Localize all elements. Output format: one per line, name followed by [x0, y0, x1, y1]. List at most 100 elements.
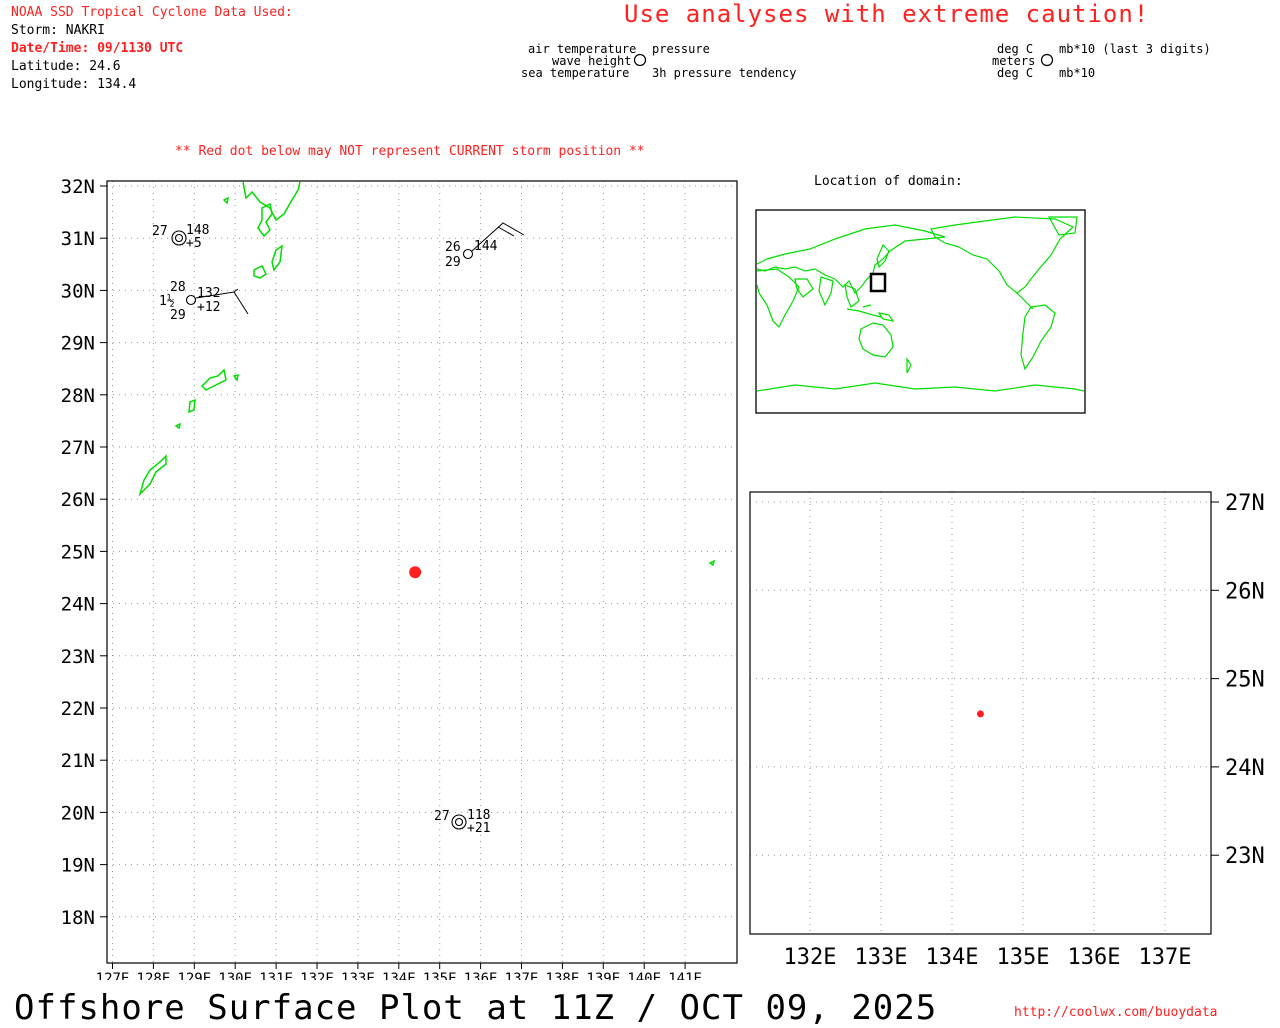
- amami-small-island: [253, 264, 267, 279]
- station-31n-east: 26 29 144: [445, 222, 525, 270]
- zoom-lon-label: 132E: [784, 945, 837, 970]
- main-lat-label: 25N: [61, 541, 95, 563]
- main-lat-label: 19N: [61, 855, 95, 877]
- zoom-lat-label: 25N: [1225, 668, 1265, 693]
- main-lon-label: 135E: [423, 971, 457, 980]
- tokunoshima-island: [188, 398, 196, 414]
- main-lon-label: 138E: [546, 971, 580, 980]
- zoom-lon-label: 133E: [855, 945, 908, 970]
- main-lon-label: 136E: [464, 971, 498, 980]
- zoom-map: 27N 26N 25N 24N 23N 132E 133E 134E 135E 136E 137E: [749, 491, 1265, 970]
- main-lon-label: 137E: [505, 971, 539, 980]
- main-lat-label: 31N: [61, 228, 95, 250]
- main-map-coastline: [138, 181, 716, 567]
- legend-station-circle-right: [1040, 53, 1054, 67]
- station-31n-west-air: 27: [152, 224, 168, 239]
- station-30n-sea: 29: [170, 308, 186, 323]
- station-20n-tendency: +21: [467, 821, 490, 836]
- zoom-map-grid: [750, 492, 1219, 934]
- main-lon-label: 139E: [586, 971, 620, 980]
- main-lon-label: 141E: [668, 971, 702, 980]
- station-31n-east-pressure: 144: [474, 239, 498, 254]
- main-lon-label: 140E: [627, 971, 661, 980]
- small-islet-3: [174, 422, 182, 430]
- small-islet-2: [232, 373, 239, 382]
- station-30n-wave: 1½: [159, 294, 175, 309]
- plot-title: Offshore Surface Plot at 11Z / OCT 09, 2…: [14, 988, 938, 1028]
- main-lon-label: 131E: [259, 971, 293, 980]
- storm-name: Storm: NAKRI: [11, 23, 105, 38]
- storm-position-marker: [409, 566, 422, 579]
- zoom-lat-label: 24N: [1225, 756, 1265, 781]
- amami-oshima-island: [200, 368, 227, 391]
- storm-datetime: Date/Time: 09/1130 UTC: [11, 41, 184, 56]
- station-31n-west: 27 148 +5: [152, 223, 209, 251]
- main-map-lon-labels: 127E 128E 129E 130E 131E 132E 133E 134E 135E 136E…: [96, 971, 702, 980]
- main-lat-label: 27N: [61, 437, 95, 459]
- zoom-storm-position-marker: [976, 710, 984, 718]
- main-lon-label: 132E: [300, 971, 334, 980]
- legend-station-circle-left: [633, 53, 647, 67]
- main-lon-label: 128E: [137, 971, 171, 980]
- tanegashima-island: [271, 244, 283, 272]
- main-lon-label: 130E: [218, 971, 252, 980]
- zoom-lon-label: 134E: [926, 945, 979, 970]
- zoom-lat-label: 27N: [1225, 491, 1265, 516]
- legend-mb-last3: mb*10 (last 3 digits): [1059, 42, 1211, 56]
- main-lat-label: 18N: [61, 907, 95, 929]
- locator-title: Location of domain:: [814, 174, 963, 189]
- station-30n-air: 28: [170, 280, 186, 295]
- legend-sea-temperature: sea temperature: [521, 66, 630, 80]
- main-lat-label: 23N: [61, 646, 95, 668]
- station-30n-circle: [185, 294, 197, 306]
- legend-deg-c-bottom: deg C: [997, 66, 1034, 80]
- zoom-map-lon-labels: 132E 133E 134E 135E 136E 137E: [784, 945, 1192, 970]
- legend-pressure-tendency: 3h pressure tendency: [652, 66, 797, 80]
- main-lon-label: 134E: [382, 971, 416, 980]
- station-30n: 28 1½ 29 132 +12: [159, 280, 249, 323]
- main-lat-label: 20N: [61, 802, 95, 824]
- storm-latitude: Latitude: 24.6: [11, 59, 121, 74]
- legend-station-circles: [633, 53, 1054, 67]
- zoom-map-lat-labels: 27N 26N 25N 24N 23N: [1225, 491, 1265, 869]
- locator-map: [755, 209, 1086, 414]
- station-20n-air: 27: [434, 809, 450, 824]
- main-lon-label: 127E: [96, 971, 130, 980]
- zoom-lon-label: 137E: [1139, 945, 1192, 970]
- small-islet-1: [222, 196, 230, 205]
- main-lat-label: 28N: [61, 385, 95, 407]
- source-title: NOAA SSD Tropical Cyclone Data Used:: [11, 5, 293, 20]
- station-31n-east-air: 26: [445, 240, 461, 255]
- legend-mb: mb*10: [1059, 66, 1096, 80]
- main-lat-label: 21N: [61, 750, 95, 772]
- station-31n-east-sea: 29: [445, 255, 461, 270]
- station-20n: 27 118 +21: [434, 808, 490, 836]
- station-20n-circle-outer: [451, 814, 467, 830]
- daito-islet: [708, 559, 716, 567]
- main-lat-label: 30N: [61, 280, 95, 302]
- main-map: 32N 31N 30N 29N 28N 27N 26N 25N 24N 23N 22N 21N 20N 1…: [61, 176, 738, 980]
- caution-banner: Use analyses with extreme caution!: [624, 0, 1150, 28]
- source-url[interactable]: http://coolwx.com/buoydata: [1014, 1005, 1218, 1020]
- main-lat-label: 22N: [61, 698, 95, 720]
- storm-position-notice: ** Red dot below may NOT represent CURRE…: [175, 144, 645, 159]
- storm-longitude: Longitude: 134.4: [11, 77, 137, 92]
- station-20n-circle-inner: [454, 817, 464, 827]
- station-30n-wind-feather: [233, 288, 239, 293]
- main-lon-label: 129E: [177, 971, 211, 980]
- zoom-lon-label: 136E: [1068, 945, 1121, 970]
- main-map-lat-labels: 32N 31N 30N 29N 28N 27N 26N 25N 24N 23N 22N 21N 20N 1…: [61, 176, 95, 929]
- station-31n-east-circle: [462, 248, 474, 260]
- station-30n-tendency: +12: [197, 300, 220, 315]
- main-lat-label: 24N: [61, 594, 95, 616]
- main-lat-label: 32N: [61, 176, 95, 198]
- main-lat-label: 26N: [61, 489, 95, 511]
- zoom-lat-label: 23N: [1225, 844, 1265, 869]
- locator-map-frame: [755, 209, 1086, 414]
- main-lon-label: 133E: [341, 971, 375, 980]
- station-31n-west-tendency: +5: [186, 236, 202, 251]
- main-lat-label: 29N: [61, 333, 95, 355]
- station-30n-pressure: 132: [197, 286, 220, 301]
- zoom-lon-label: 135E: [997, 945, 1050, 970]
- zoom-lat-label: 26N: [1225, 579, 1265, 604]
